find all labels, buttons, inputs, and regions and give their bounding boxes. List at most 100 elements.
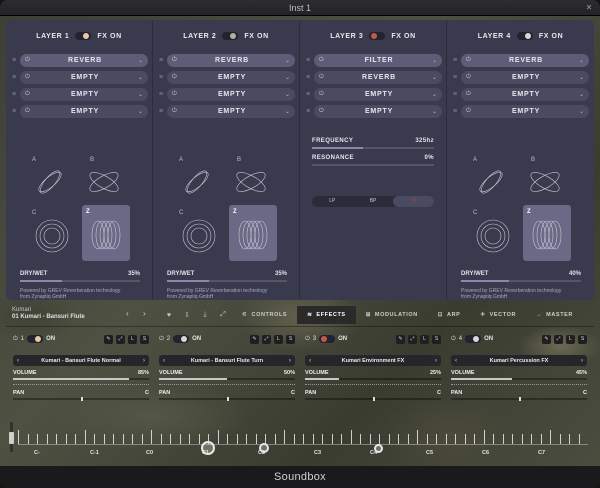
power-icon[interactable]: ⏻: [319, 91, 329, 98]
expand-icon[interactable]: ⤢: [116, 334, 125, 344]
fx-slot[interactable]: ≡ ⏻ EMPTY ⌄: [453, 105, 589, 118]
fx-slot[interactable]: ≡ ⏻ REVERB ⌄: [306, 71, 442, 84]
edit-icon[interactable]: ✎: [542, 334, 551, 344]
expand-icon[interactable]: ⤢: [408, 334, 417, 344]
pan-slider[interactable]: [451, 397, 587, 401]
pitch-wheel-thumb[interactable]: [9, 432, 14, 444]
power-icon[interactable]: ⏻: [25, 57, 35, 64]
next-arrow-icon[interactable]: ›: [143, 358, 145, 364]
pan-slider[interactable]: [159, 397, 295, 401]
drag-handle-icon[interactable]: ≡: [159, 88, 165, 101]
chevron-down-icon[interactable]: ⌄: [429, 91, 437, 98]
tab-vector[interactable]: ✛ VECTOR: [470, 306, 526, 324]
filter-mode-lp[interactable]: LP: [312, 196, 353, 207]
fx-slot[interactable]: ≡ ⏻ REVERB ⌄: [159, 54, 295, 67]
frequency-slider[interactable]: [312, 147, 434, 149]
power-icon[interactable]: ⏻: [319, 57, 329, 64]
chevron-down-icon[interactable]: ⌄: [135, 91, 143, 98]
power-icon[interactable]: ⏻: [172, 57, 182, 64]
source-preset-select[interactable]: ‹ Kumari - Bansuri Flute Turn ›: [159, 355, 295, 366]
drag-handle-icon[interactable]: ≡: [306, 54, 312, 67]
chevron-down-icon[interactable]: ⌄: [576, 108, 584, 115]
volume-slider[interactable]: [13, 378, 149, 380]
chevron-down-icon[interactable]: ⌄: [282, 108, 290, 115]
fx-slot[interactable]: ≡ ⏻ EMPTY ⌄: [306, 88, 442, 101]
source-on-toggle[interactable]: [173, 335, 190, 343]
layer-3-fx-toggle[interactable]: [369, 32, 386, 40]
drag-handle-icon[interactable]: ≡: [453, 105, 459, 118]
drag-handle-icon[interactable]: ≡: [159, 54, 165, 67]
source-on-toggle[interactable]: [319, 335, 336, 343]
fx-slot[interactable]: ≡ ⏻ EMPTY ⌄: [12, 88, 148, 101]
source-preset-select[interactable]: ‹ Kumari Percussion FX ›: [451, 355, 587, 366]
drywet-slider[interactable]: [20, 280, 140, 282]
fx-slot[interactable]: ≡ ⏻ EMPTY ⌄: [159, 88, 295, 101]
chevron-down-icon[interactable]: ⌄: [576, 57, 584, 64]
lock-l-button[interactable]: L: [566, 334, 575, 344]
power-icon[interactable]: ⏻: [319, 108, 329, 115]
power-icon[interactable]: ⏻: [466, 91, 476, 98]
drag-handle-icon[interactable]: ≡: [12, 105, 18, 118]
preset-display[interactable]: Kumari 01 Kumari - Bansuri Flute: [12, 307, 85, 321]
filter-mode-bp[interactable]: BP: [353, 196, 394, 207]
pan-slider[interactable]: [305, 397, 441, 401]
tab-modulation[interactable]: ⊞ MODULATION: [356, 306, 428, 324]
solo-s-button[interactable]: S: [140, 334, 149, 344]
power-icon[interactable]: ⏻: [159, 336, 164, 343]
power-icon[interactable]: ⏻: [25, 74, 35, 81]
fx-slot[interactable]: ≡ ⏻ EMPTY ⌄: [453, 71, 589, 84]
fx-slot[interactable]: ≡ ⏻ EMPTY ⌄: [12, 105, 148, 118]
chevron-down-icon[interactable]: ⌄: [576, 74, 584, 81]
drywet-control[interactable]: DRY/WET 35%: [20, 271, 140, 282]
next-arrow-icon[interactable]: ›: [289, 358, 291, 364]
drag-handle-icon[interactable]: ≡: [453, 54, 459, 67]
fx-slot[interactable]: ≡ ⏻ REVERB ⌄: [453, 54, 589, 67]
layer-4-fx-toggle[interactable]: [516, 32, 533, 40]
chevron-down-icon[interactable]: ⌄: [135, 74, 143, 81]
fx-slot[interactable]: ≡ ⏻ REVERB ⌄: [12, 54, 148, 67]
fx-slot[interactable]: ≡ ⏻ EMPTY ⌄: [159, 105, 295, 118]
drag-handle-icon[interactable]: ≡: [453, 88, 459, 101]
chevron-down-icon[interactable]: ⌄: [135, 57, 143, 64]
power-icon[interactable]: ⏻: [13, 336, 18, 343]
solo-s-button[interactable]: S: [286, 334, 295, 344]
drywet-slider[interactable]: [461, 280, 581, 282]
edit-icon[interactable]: ✎: [104, 334, 113, 344]
chevron-down-icon[interactable]: ⌄: [282, 57, 290, 64]
edit-icon[interactable]: ✎: [396, 334, 405, 344]
power-icon[interactable]: ⏻: [466, 74, 476, 81]
chevron-down-icon[interactable]: ⌄: [135, 108, 143, 115]
volume-slider[interactable]: [159, 378, 295, 380]
filter-mode-hp[interactable]: HP: [393, 196, 435, 207]
drag-handle-icon[interactable]: ≡: [12, 88, 18, 101]
fx-slot[interactable]: ≡ ⏻ FILTER ⌄: [306, 54, 442, 67]
save-icon[interactable]: ⇩: [178, 311, 196, 319]
solo-s-button[interactable]: S: [578, 334, 587, 344]
source-preset-select[interactable]: ‹ Kumari Environment FX ›: [305, 355, 441, 366]
power-icon[interactable]: ⏻: [319, 74, 329, 81]
power-icon[interactable]: ⏻: [25, 108, 35, 115]
drag-handle-icon[interactable]: ≡: [159, 71, 165, 84]
volume-slider[interactable]: [451, 378, 587, 380]
power-icon[interactable]: ⏻: [466, 108, 476, 115]
drag-handle-icon[interactable]: ≡: [306, 105, 312, 118]
chevron-down-icon[interactable]: ⌄: [429, 57, 437, 64]
expand-icon[interactable]: ⤢: [554, 334, 563, 344]
tab-master[interactable]: → MASTER: [526, 306, 583, 324]
heart-icon[interactable]: ♥: [160, 312, 178, 319]
next-preset-button[interactable]: ›: [143, 309, 146, 318]
key-track[interactable]: [18, 426, 588, 455]
power-icon[interactable]: ⏻: [172, 91, 182, 98]
drag-handle-icon[interactable]: ≡: [306, 88, 312, 101]
resonance-control[interactable]: RESONANCE 0%: [312, 155, 434, 166]
tab-controls[interactable]: ⚟ CONTROLS: [232, 306, 297, 324]
pan-slider[interactable]: [13, 397, 149, 401]
solo-s-button[interactable]: S: [432, 334, 441, 344]
frequency-control[interactable]: FREQUENCY 325hz: [312, 138, 434, 149]
power-icon[interactable]: ⏻: [172, 74, 182, 81]
reverb-xy-pad[interactable]: A B C Z: [24, 148, 136, 264]
reverb-xy-pad[interactable]: A B C Z: [171, 148, 283, 264]
close-icon[interactable]: ✕: [584, 3, 594, 13]
drag-handle-icon[interactable]: ≡: [12, 71, 18, 84]
power-icon[interactable]: ⏻: [305, 336, 310, 343]
